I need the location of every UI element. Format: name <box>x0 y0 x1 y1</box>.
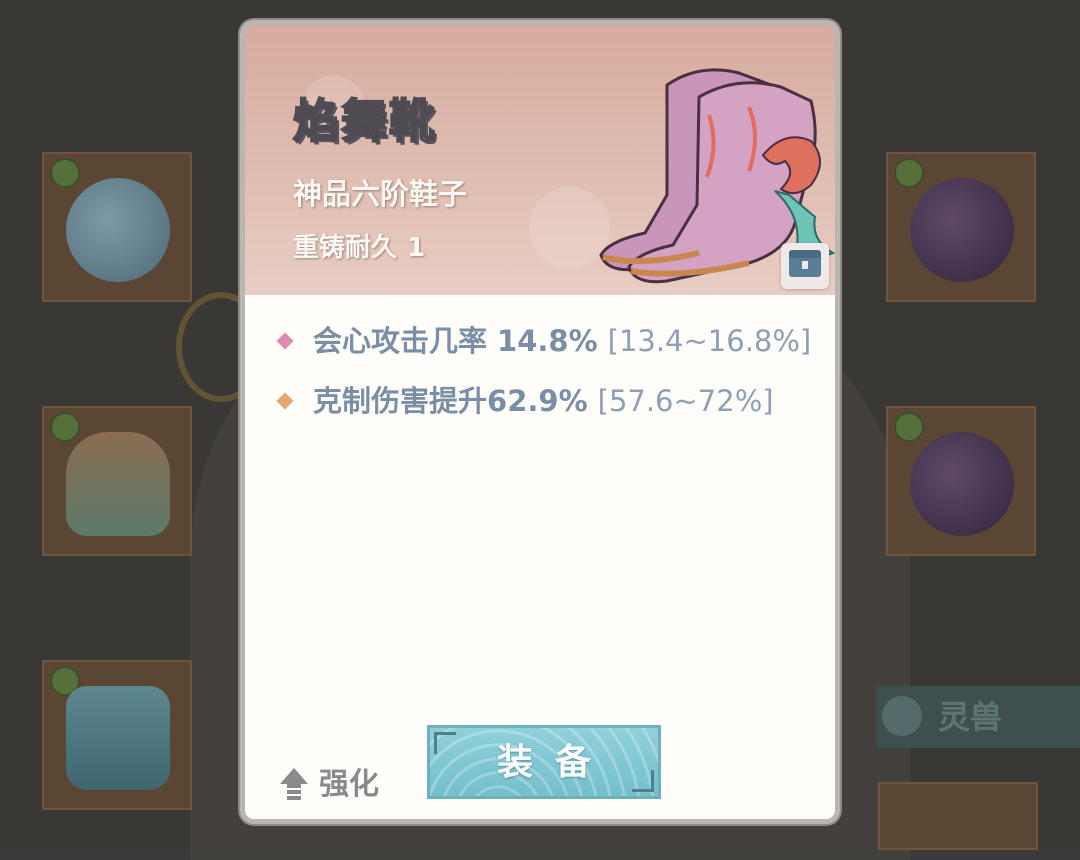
upgrade-button[interactable]: 强化 <box>279 763 379 807</box>
stat-range: [57.6~72%] <box>597 384 774 418</box>
fret-corner-icon <box>632 770 654 792</box>
item-detail-panel: 焰舞靴 神品六阶鞋子 重铸耐久 1 会心攻击几率 14.8% [13.4~16.8%] <box>240 20 840 824</box>
equipment-item-icon <box>66 432 170 536</box>
stat-diamond-icon <box>276 332 294 350</box>
equip-label: 装备 <box>496 741 613 783</box>
slot-badge-icon <box>894 158 924 188</box>
stat-value: 14.8% <box>497 324 598 358</box>
stat-list: 会心攻击几率 14.8% [13.4~16.8%] 克制伤害提升62.9% [57.6… <box>271 321 811 441</box>
stat-label: 会心攻击几率 <box>313 324 488 358</box>
equipment-item-icon <box>66 686 170 790</box>
equip-button[interactable]: 装备 <box>427 725 661 799</box>
chest-icon <box>789 250 821 277</box>
stat-diamond-icon <box>276 392 294 410</box>
stat-row: 克制伤害提升62.9% [57.6~72%] <box>271 381 811 441</box>
item-name: 焰舞靴 <box>292 93 437 149</box>
equipment-slot-left-1[interactable] <box>42 152 192 302</box>
spirit-beast-tab[interactable]: 灵兽 <box>876 686 1080 748</box>
stat-value: 62.9% <box>487 384 588 418</box>
equipment-item-icon <box>910 432 1014 536</box>
item-header: 焰舞靴 神品六阶鞋子 重铸耐久 1 <box>245 25 835 295</box>
spirit-beast-icon <box>882 696 922 736</box>
equipment-item-icon <box>66 178 170 282</box>
slot-badge-icon <box>50 412 80 442</box>
equipment-slot-left-3[interactable] <box>42 660 192 810</box>
slot-badge-icon <box>50 158 80 188</box>
durability-label: 重铸耐久 <box>293 233 398 263</box>
equipment-slot-left-2[interactable] <box>42 406 192 556</box>
stat-range: [13.4~16.8%] <box>607 324 812 358</box>
equipment-slot-right-1[interactable] <box>886 152 1036 302</box>
item-grade: 神品六阶鞋子 <box>293 177 468 211</box>
fret-corner-icon <box>434 732 456 754</box>
equipment-slot-right-3[interactable] <box>878 782 1038 850</box>
durability-value: 1 <box>407 233 426 263</box>
lock-chest-button[interactable] <box>781 243 829 289</box>
equipment-item-icon <box>910 178 1014 282</box>
slot-badge-icon <box>894 412 924 442</box>
stat-label: 克制伤害提升 <box>313 384 488 418</box>
upgrade-arrow-icon <box>279 767 309 804</box>
upgrade-label: 强化 <box>319 767 379 802</box>
spirit-beast-tab-label: 灵兽 <box>938 698 1003 736</box>
equipment-slot-right-2[interactable] <box>886 406 1036 556</box>
stat-row: 会心攻击几率 14.8% [13.4~16.8%] <box>271 321 811 381</box>
item-durability: 重铸耐久 1 <box>293 227 435 264</box>
